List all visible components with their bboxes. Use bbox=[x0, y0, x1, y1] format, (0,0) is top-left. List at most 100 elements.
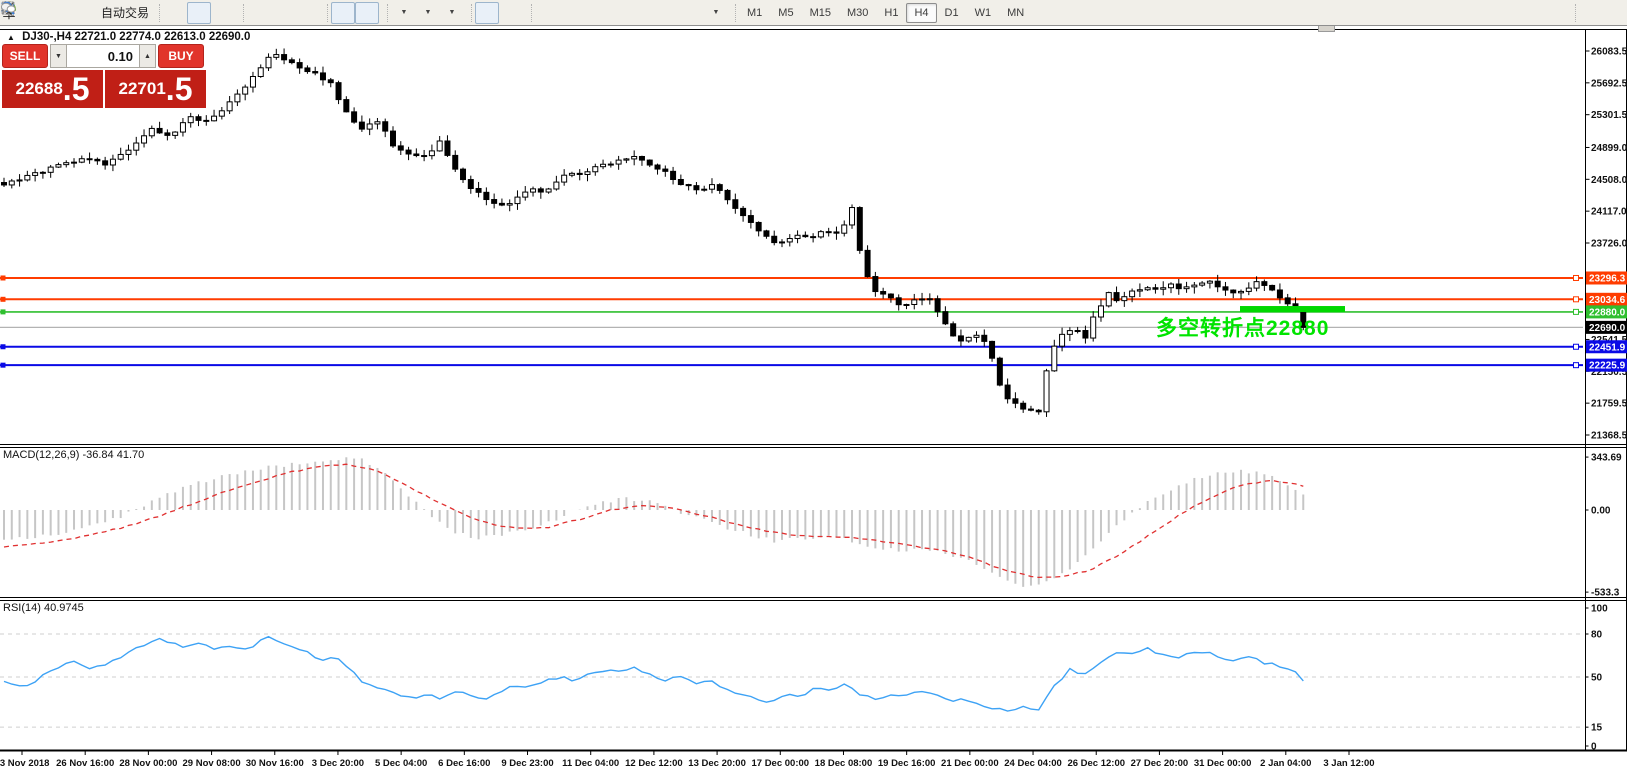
vertical-line-icon[interactable] bbox=[535, 2, 559, 24]
dropdown-caret-icon[interactable]: ▼ bbox=[425, 9, 432, 16]
toolbar: 单自动交易▼▼▼EFAT▼M1M5M15M30H1H4D1W1MN bbox=[0, 0, 1627, 26]
chart-window-icon[interactable] bbox=[48, 2, 72, 24]
templates-icon[interactable]: ▼ bbox=[439, 2, 463, 24]
search-icon[interactable] bbox=[1579, 2, 1603, 24]
svg-text:343.69: 343.69 bbox=[1591, 453, 1622, 464]
chart-canvas: 26083.525692.525301.524899.024508.024117… bbox=[0, 0, 1627, 772]
one-click-trading-panel: SELL ▼ 0.10 ▲ BUY 22688 .5 22701 .5 bbox=[2, 44, 206, 108]
sell-price-main: 22688 bbox=[16, 79, 63, 99]
chart-title-text: DJ30-,H4 22721.0 22774.0 22613.0 22690.0 bbox=[22, 31, 250, 43]
sell-price-pips: .5 bbox=[63, 74, 90, 104]
timeframe-button-m15[interactable]: M15 bbox=[802, 3, 839, 23]
svg-text:22880.0: 22880.0 bbox=[1589, 307, 1626, 318]
buy-price-pips: .5 bbox=[166, 74, 193, 104]
horizontal-line-icon[interactable] bbox=[559, 2, 583, 24]
timeframe-button-m1[interactable]: M1 bbox=[739, 3, 770, 23]
timeframe-button-h1[interactable]: H1 bbox=[876, 3, 906, 23]
tile-windows-icon[interactable] bbox=[295, 2, 319, 24]
arrows-icon[interactable]: ▼ bbox=[703, 2, 727, 24]
text-label-icon[interactable]: T bbox=[679, 2, 703, 24]
signals-icon[interactable] bbox=[72, 2, 96, 24]
svg-text:2 Jan 04:00: 2 Jan 04:00 bbox=[1260, 758, 1311, 769]
svg-text:31 Dec 00:00: 31 Dec 00:00 bbox=[1194, 758, 1252, 769]
svg-text:26 Dec 12:00: 26 Dec 12:00 bbox=[1067, 758, 1125, 769]
toolbar-group-separator bbox=[380, 4, 388, 22]
timeframe-button-d1[interactable]: D1 bbox=[937, 3, 967, 23]
toolbar-group-separator bbox=[320, 4, 328, 22]
line-chart-icon[interactable] bbox=[211, 2, 235, 24]
indicators-icon[interactable]: ▼ bbox=[391, 2, 415, 24]
chart-title: ▲ DJ30-,H4 22721.0 22774.0 22613.0 22690… bbox=[7, 31, 250, 43]
zoom-out-icon[interactable] bbox=[271, 2, 295, 24]
rsi-indicator bbox=[0, 634, 1583, 727]
sell-button[interactable]: SELL bbox=[2, 44, 48, 68]
toolbar-group-separator bbox=[524, 4, 532, 22]
volume-input[interactable]: 0.10 bbox=[67, 44, 139, 68]
svg-text:26083.5: 26083.5 bbox=[1591, 47, 1627, 58]
periods-icon[interactable]: ▼ bbox=[415, 2, 439, 24]
autotrading-button[interactable]: 自动交易 bbox=[96, 2, 151, 24]
svg-text:23296.3: 23296.3 bbox=[1589, 273, 1626, 284]
turning-point-annotation[interactable]: 多空转折点22880 bbox=[1156, 312, 1329, 342]
timeframe-button-h4[interactable]: H4 bbox=[906, 3, 936, 23]
timeframe-button-m5[interactable]: M5 bbox=[770, 3, 801, 23]
timeframe-button-w1[interactable]: W1 bbox=[967, 3, 1000, 23]
new-order-icon[interactable] bbox=[24, 2, 48, 24]
autotrading-button-label: 自动交易 bbox=[101, 4, 149, 21]
svg-text:0.00: 0.00 bbox=[1591, 506, 1611, 517]
svg-text:26 Nov 16:00: 26 Nov 16:00 bbox=[56, 758, 114, 769]
toolbar-group-separator bbox=[236, 4, 244, 22]
svg-text:6 Dec 16:00: 6 Dec 16:00 bbox=[438, 758, 490, 769]
svg-text:23 Nov 2018: 23 Nov 2018 bbox=[0, 758, 49, 769]
svg-text:30 Nov 16:00: 30 Nov 16:00 bbox=[246, 758, 304, 769]
buy-price-main: 22701 bbox=[119, 79, 166, 99]
auto-scroll-icon[interactable] bbox=[331, 2, 355, 24]
svg-text:80: 80 bbox=[1591, 630, 1603, 641]
svg-text:29 Nov 08:00: 29 Nov 08:00 bbox=[183, 758, 241, 769]
chat-icon[interactable] bbox=[1603, 2, 1627, 24]
collapse-triangle-icon[interactable]: ▲ bbox=[7, 33, 15, 42]
dropdown-caret-icon[interactable]: ▼ bbox=[713, 9, 720, 16]
text-icon[interactable]: A bbox=[655, 2, 679, 24]
timeframe-button-m30[interactable]: M30 bbox=[839, 3, 876, 23]
svg-text:17 Dec 00:00: 17 Dec 00:00 bbox=[751, 758, 809, 769]
dropdown-caret-icon[interactable]: ▼ bbox=[401, 9, 408, 16]
chart-shift-icon[interactable] bbox=[355, 2, 379, 24]
dropdown-caret-icon[interactable]: ▼ bbox=[449, 9, 456, 16]
macd-indicator bbox=[4, 457, 1303, 587]
buy-price-display[interactable]: 22701 .5 bbox=[105, 70, 206, 108]
buy-button[interactable]: BUY bbox=[158, 44, 204, 68]
sell-price-display[interactable]: 22688 .5 bbox=[2, 70, 103, 108]
candlestick-chart-icon[interactable] bbox=[187, 2, 211, 24]
svg-text:21 Dec 00:00: 21 Dec 00:00 bbox=[941, 758, 999, 769]
volume-increase-button[interactable]: ▲ bbox=[139, 44, 156, 68]
crosshair-icon[interactable] bbox=[499, 2, 523, 24]
svg-text:25692.5: 25692.5 bbox=[1591, 78, 1627, 89]
zoom-in-icon[interactable] bbox=[247, 2, 271, 24]
cursor-icon[interactable] bbox=[475, 2, 499, 24]
chat-icon bbox=[0, 0, 16, 16]
svg-text:22451.9: 22451.9 bbox=[1589, 342, 1626, 353]
timeframe-button-mn[interactable]: MN bbox=[999, 3, 1032, 23]
svg-text:24 Dec 04:00: 24 Dec 04:00 bbox=[1004, 758, 1062, 769]
window-splitter-handle[interactable] bbox=[1318, 26, 1335, 32]
volume-stepper: ▼ 0.10 ▲ bbox=[50, 44, 156, 68]
svg-text:25301.5: 25301.5 bbox=[1591, 110, 1627, 121]
svg-text:18 Dec 08:00: 18 Dec 08:00 bbox=[815, 758, 873, 769]
volume-decrease-button[interactable]: ▼ bbox=[50, 44, 67, 68]
time-axis[interactable]: 23 Nov 201826 Nov 16:0028 Nov 00:0029 No… bbox=[0, 751, 1375, 770]
svg-text:27 Dec 20:00: 27 Dec 20:00 bbox=[1131, 758, 1189, 769]
bar-chart-icon[interactable] bbox=[163, 2, 187, 24]
rsi-line bbox=[4, 637, 1303, 711]
channel-icon[interactable]: E bbox=[607, 2, 631, 24]
svg-text:24508.0: 24508.0 bbox=[1591, 175, 1627, 186]
svg-text:22690.0: 22690.0 bbox=[1589, 323, 1626, 334]
pane-borders bbox=[0, 29, 1627, 751]
trendline-icon[interactable] bbox=[583, 2, 607, 24]
fibonacci-icon[interactable]: F bbox=[631, 2, 655, 24]
svg-text:0: 0 bbox=[1591, 742, 1597, 753]
toolbar-group-separator bbox=[728, 4, 736, 22]
horizontal-level-lines[interactable] bbox=[0, 275, 1583, 367]
svg-text:9 Dec 23:00: 9 Dec 23:00 bbox=[501, 758, 553, 769]
price-axis[interactable]: 26083.525692.525301.524899.024508.024117… bbox=[1586, 47, 1627, 753]
